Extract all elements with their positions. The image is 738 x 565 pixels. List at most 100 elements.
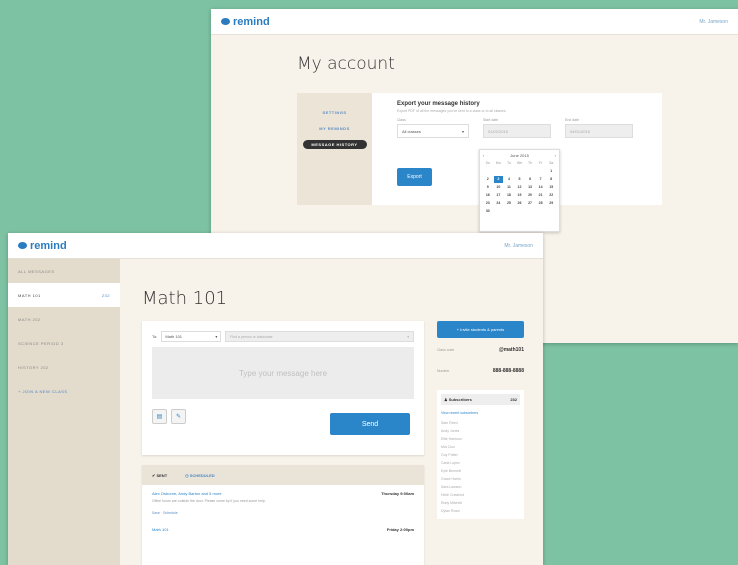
to-label: To: bbox=[152, 334, 158, 339]
start-date-input[interactable]: 01/02/2015 bbox=[483, 124, 551, 138]
calendar-weekday: Su bbox=[485, 161, 490, 165]
calendar-day[interactable]: 13 bbox=[525, 184, 535, 191]
calendar-day[interactable]: 7 bbox=[536, 176, 546, 183]
class-info-panel: + Invite students & parents Class code @m… bbox=[437, 321, 524, 519]
calendar-day[interactable]: 16 bbox=[483, 192, 493, 199]
tab-scheduled[interactable]: ◷ SCHEDULED bbox=[185, 473, 215, 478]
calendar-day[interactable]: 23 bbox=[483, 200, 493, 207]
attach-file-button[interactable]: ▤ bbox=[152, 409, 167, 424]
subscriber-item[interactable]: Dylan Rossi bbox=[441, 507, 520, 515]
calendar-day bbox=[504, 168, 514, 175]
calendar-day bbox=[494, 168, 504, 175]
chevron-down-icon: ▾ bbox=[407, 334, 409, 339]
calendar-day bbox=[515, 168, 525, 175]
calendar-day[interactable]: 20 bbox=[525, 192, 535, 199]
calendar-day[interactable]: 25 bbox=[504, 200, 514, 207]
calendar-day[interactable]: 17 bbox=[494, 192, 504, 199]
subscriber-item[interactable]: Sam Reed bbox=[441, 419, 520, 427]
remind-logo[interactable]: remind bbox=[18, 240, 67, 252]
calendar-day[interactable]: 2 bbox=[483, 176, 493, 183]
calendar-weekday: Mo bbox=[495, 161, 501, 165]
subscribers-count: 232 bbox=[510, 397, 517, 402]
subscriber-item[interactable]: Carla Lopez bbox=[441, 459, 520, 467]
class-window: remind Mr. Jameson ALL MESSAGES MATH 101… bbox=[8, 233, 543, 565]
join-class-link[interactable]: + JOIN A NEW CLASS bbox=[8, 379, 120, 403]
calendar-day[interactable]: 12 bbox=[515, 184, 525, 191]
user-menu[interactable]: Mr. Jameson bbox=[699, 19, 728, 25]
next-month-icon[interactable]: › bbox=[555, 153, 556, 158]
calendar-day[interactable]: 19 bbox=[515, 192, 525, 199]
calendar-day[interactable]: 21 bbox=[536, 192, 546, 199]
sidebar-item-science[interactable]: SCIENCE PERIOD 3 bbox=[8, 331, 120, 355]
calendar-day[interactable]: 5 bbox=[515, 176, 525, 183]
subscriber-item[interactable]: Kyle Bennett bbox=[441, 467, 520, 475]
export-button[interactable]: Export bbox=[397, 168, 432, 186]
subscribers-panel: ♟ Subscribers 232 View recent subscribers… bbox=[437, 390, 524, 519]
paperclip-icon: ✎ bbox=[175, 414, 182, 420]
calendar-day[interactable]: 8 bbox=[546, 176, 556, 183]
calendar-day[interactable]: 4 bbox=[504, 176, 514, 183]
start-date-label: Start date bbox=[483, 118, 499, 122]
class-select[interactable]: Math 101 ▾ bbox=[161, 331, 222, 342]
calendar-day[interactable]: 6 bbox=[525, 176, 535, 183]
calendar-day[interactable]: 27 bbox=[525, 200, 535, 207]
user-menu[interactable]: Mr. Jameson bbox=[504, 243, 533, 249]
calendar-day[interactable]: 22 bbox=[546, 192, 556, 199]
sidebar-item-math-101[interactable]: MATH 101 232 bbox=[8, 283, 120, 307]
attach-clip-button[interactable]: ✎ bbox=[171, 409, 186, 424]
nav-my-reminds[interactable]: MY REMINDS bbox=[297, 124, 372, 133]
view-subscribers-link[interactable]: View recent subscribers bbox=[441, 411, 520, 415]
recipient-input[interactable]: Find a person or classmate ▾ bbox=[225, 331, 414, 342]
subscriber-item[interactable]: Ruby Mitchell bbox=[441, 499, 520, 507]
export-title: Export your message history bbox=[397, 101, 480, 107]
subscriber-item[interactable]: Ellie Harrison bbox=[441, 435, 520, 443]
class-select[interactable]: All classes ▾ bbox=[397, 124, 469, 138]
list-item[interactable]: Math 101 Friday 2:00pm bbox=[142, 521, 424, 538]
calendar-day[interactable]: 9 bbox=[483, 184, 493, 191]
subscriber-item[interactable]: Heidi Crawford bbox=[441, 491, 520, 499]
message-input[interactable]: Type your message here bbox=[152, 347, 414, 399]
list-item[interactable]: Alex Osborne, Andy Barton and 5 more Thur… bbox=[142, 485, 424, 521]
subscriber-item[interactable]: Andy Jones bbox=[441, 427, 520, 435]
tab-sent[interactable]: ✔ SENT bbox=[152, 473, 167, 478]
subscriber-item[interactable]: Sara Lawson bbox=[441, 483, 520, 491]
calendar-day[interactable]: 11 bbox=[504, 184, 514, 191]
calendar-day[interactable]: 15 bbox=[546, 184, 556, 191]
message-actions[interactable]: Save · Schedule bbox=[152, 511, 414, 515]
sidebar-item-math-202[interactable]: MATH 202 bbox=[8, 307, 120, 331]
calendar-day[interactable]: 14 bbox=[536, 184, 546, 191]
calendar-day bbox=[525, 168, 535, 175]
prev-month-icon[interactable]: ‹ bbox=[483, 153, 484, 158]
nav-message-history[interactable]: MESSAGE HISTORY bbox=[302, 140, 367, 149]
calendar-day[interactable]: 29 bbox=[546, 200, 556, 207]
top-bar: remind Mr. Jameson bbox=[211, 9, 738, 35]
calendar-day[interactable]: 3 bbox=[493, 176, 504, 183]
export-subtitle: Export PDF of all the messages you've se… bbox=[397, 109, 507, 113]
sidebar-item-all-messages[interactable]: ALL MESSAGES bbox=[8, 259, 120, 283]
calendar-day[interactable]: 24 bbox=[494, 200, 504, 207]
subscriber-item[interactable]: Grace Harris bbox=[441, 475, 520, 483]
calendar-weekday: Tu bbox=[506, 161, 511, 165]
calendar-day[interactable]: 1 bbox=[546, 168, 556, 175]
subscriber-list: Sam Reed Andy Jones Ellie Harrison Mia Cruz… bbox=[441, 419, 520, 515]
chevron-down-icon: ▾ bbox=[461, 128, 464, 134]
calendar-day[interactable]: 18 bbox=[504, 192, 514, 199]
calendar-day[interactable]: 10 bbox=[494, 184, 504, 191]
remind-logo[interactable]: remind bbox=[221, 16, 270, 28]
remind-logo-icon bbox=[18, 242, 27, 249]
calendar-day[interactable]: 28 bbox=[536, 200, 546, 207]
top-bar: remind Mr. Jameson bbox=[8, 233, 543, 259]
page-title: Math 101 bbox=[142, 288, 228, 309]
send-button[interactable]: Send bbox=[330, 413, 410, 435]
calendar-day[interactable]: 30 bbox=[483, 208, 493, 215]
invite-button[interactable]: + Invite students & parents bbox=[437, 321, 524, 338]
sidebar-item-history[interactable]: HISTORY 202 bbox=[8, 355, 120, 379]
subscriber-item[interactable]: Mia Cruz bbox=[441, 443, 520, 451]
calendar-day[interactable]: 26 bbox=[515, 200, 525, 207]
end-date-input[interactable]: 04/01/2015 bbox=[565, 124, 633, 138]
nav-settings[interactable]: SETTINGS bbox=[297, 108, 372, 117]
end-date-label: End date bbox=[565, 118, 580, 122]
remind-logo-icon bbox=[221, 18, 230, 25]
subscriber-item[interactable]: Guy Potter bbox=[441, 451, 520, 459]
phone-number: 888-888-8888 bbox=[492, 368, 524, 374]
